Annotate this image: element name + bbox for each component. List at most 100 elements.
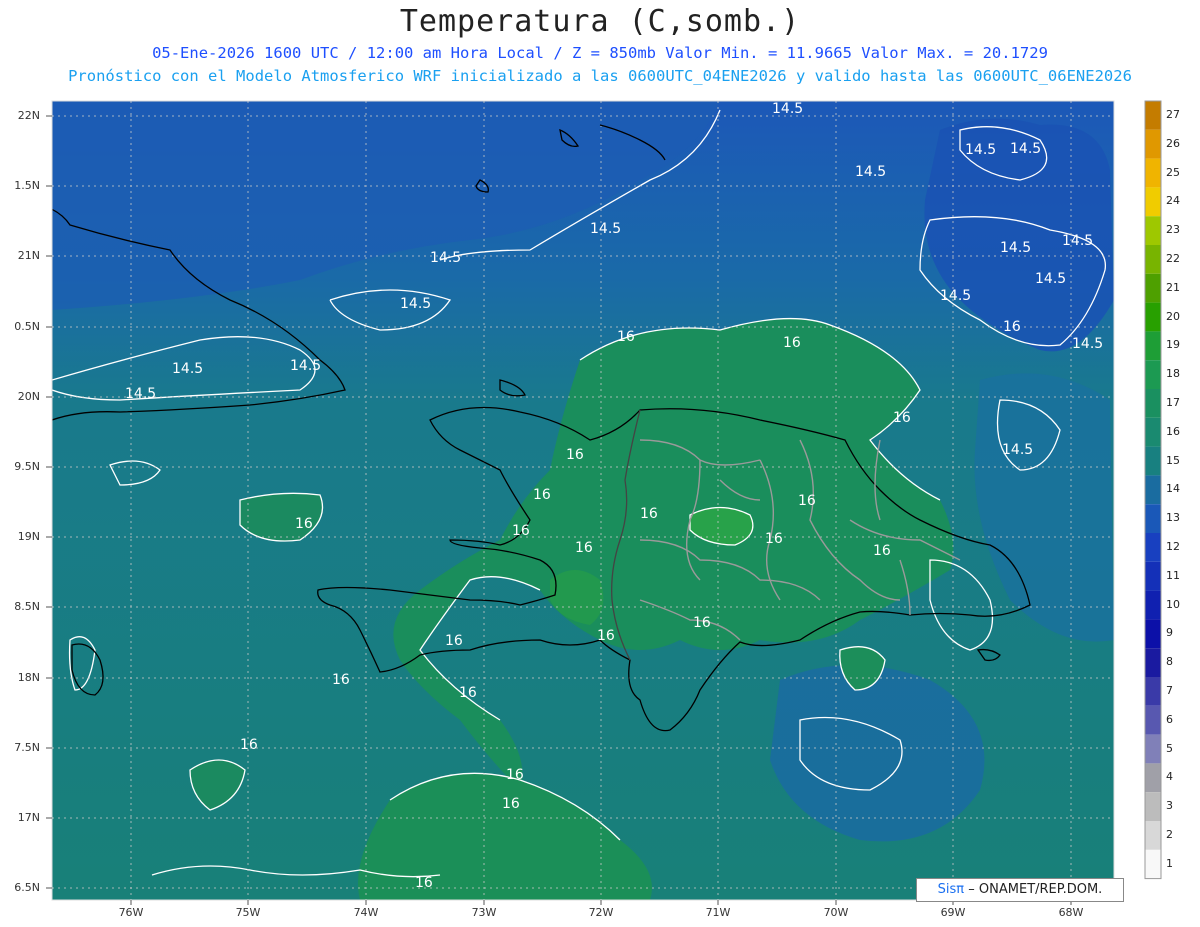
contour-label-16: 16	[445, 633, 463, 649]
contour-label-14-5: 14.5	[172, 361, 203, 377]
color-bar-swatch	[1145, 389, 1161, 418]
contour-label-14-5: 14.5	[430, 250, 461, 266]
contour-label-14-5: 14.5	[772, 101, 803, 117]
color-bar-label: 4	[1166, 770, 1173, 784]
lon-label: 73W	[471, 906, 497, 919]
contour-label-16: 16	[893, 410, 911, 426]
contour-label-16: 16	[597, 628, 615, 644]
color-bar-label: 2	[1166, 828, 1173, 841]
color-bar-label: 7	[1166, 684, 1173, 697]
contour-label-16: 16	[533, 487, 551, 503]
lat-label: 18N	[17, 671, 40, 684]
credit-logo-text: Sisπ	[937, 882, 965, 897]
color-bar-swatch	[1145, 705, 1161, 735]
contour-label-16: 16	[640, 506, 658, 522]
color-bar-label: 15	[1166, 453, 1180, 467]
credit-box: Sisπ – ONAMET/REP.DOM.	[916, 878, 1124, 902]
contour-label-16: 16	[783, 335, 801, 351]
lat-label: 19N	[17, 530, 40, 543]
color-bar-swatch	[1145, 360, 1161, 389]
lon-label: 76W	[118, 906, 144, 919]
color-bar-label: 19	[1166, 338, 1180, 352]
temperature-map: 14.5 14.5 14.5 14.5 14.5 14.5 14.5 14.5 …	[46, 100, 1162, 905]
color-bar-swatch	[1145, 273, 1161, 303]
contour-label-16: 16	[512, 523, 530, 539]
color-bar-swatch	[1145, 302, 1161, 332]
contour-label-16: 16	[575, 540, 593, 556]
contour-label-16: 16	[332, 672, 350, 688]
contour-label-16: 16	[617, 329, 635, 345]
contour-label-16: 16	[1003, 319, 1021, 335]
color-bar-swatch	[1145, 187, 1161, 217]
contour-label-14-5: 14.5	[1062, 233, 1093, 249]
color-bar-swatch	[1145, 648, 1161, 677]
color-bar-swatch	[1145, 101, 1161, 130]
color-bar-label: 1	[1166, 856, 1173, 870]
color-bar-label: 20	[1166, 309, 1180, 323]
color-bar-label: 23	[1166, 223, 1180, 237]
color-bar	[1144, 100, 1162, 880]
lat-label: 6.5N	[14, 881, 40, 894]
color-bar-label: 13	[1166, 511, 1180, 525]
color-bar-swatch	[1145, 158, 1161, 188]
color-bar-swatch	[1145, 475, 1161, 505]
color-bar-label: 25	[1166, 165, 1180, 179]
color-bar-swatch	[1145, 504, 1161, 533]
contour-label-16: 16	[873, 543, 891, 559]
lon-label: 72W	[588, 906, 614, 919]
contour-label-16: 16	[502, 796, 520, 812]
contour-label-16: 16	[798, 493, 816, 509]
color-bar-label: 18	[1166, 367, 1180, 381]
color-bar-swatch	[1145, 677, 1161, 706]
color-bar-swatch	[1145, 446, 1161, 476]
color-bar-swatch	[1145, 216, 1161, 245]
contour-label-16: 16	[295, 516, 313, 532]
lat-label: 21N	[17, 249, 40, 262]
contour-label-16: 16	[506, 767, 524, 783]
color-bar-label: 24	[1166, 194, 1180, 208]
color-bar-label: 5	[1166, 741, 1173, 755]
contour-label-14-5: 14.5	[290, 358, 321, 374]
contour-label-16: 16	[693, 615, 711, 631]
lon-label: 74W	[353, 906, 379, 919]
color-bar-swatch	[1145, 763, 1161, 793]
color-bar-swatch	[1145, 417, 1161, 447]
color-bar-label: 10	[1166, 597, 1180, 611]
color-bar-swatch	[1145, 533, 1161, 562]
contour-label-14-5: 14.5	[1035, 271, 1066, 287]
contour-label-16: 16	[566, 447, 584, 463]
color-bar-swatch	[1145, 849, 1161, 879]
contour-label-16: 16	[240, 737, 258, 753]
color-bar-label: 21	[1166, 280, 1180, 294]
color-bar-label: 11	[1166, 568, 1180, 582]
lat-label: 20N	[17, 390, 40, 403]
lat-label: 17N	[17, 811, 40, 824]
lon-label: 71W	[705, 906, 731, 919]
color-bar-swatch	[1145, 245, 1161, 274]
color-bar-label: 26	[1166, 136, 1180, 150]
lat-label: 7.5N	[14, 741, 40, 754]
credit-text: – ONAMET/REP.DOM.	[968, 882, 1103, 897]
color-bar-swatch	[1145, 129, 1161, 159]
contour-label-14-5: 14.5	[965, 142, 996, 158]
contour-label-14-5: 14.5	[400, 296, 431, 312]
contour-label-14-5: 14.5	[940, 288, 971, 304]
lat-label: 1.5N	[14, 179, 40, 192]
contour-label-14-5: 14.5	[1010, 141, 1041, 157]
color-bar-label: 8	[1166, 655, 1173, 669]
contour-label-16: 16	[415, 875, 433, 891]
color-bar-swatch	[1145, 590, 1161, 620]
lon-label: 68W	[1058, 906, 1084, 919]
color-bar-swatch	[1145, 619, 1161, 649]
contour-label-14-5: 14.5	[1072, 336, 1103, 352]
contour-label-14-5: 14.5	[125, 386, 156, 402]
contour-label-14-5: 14.5	[1000, 240, 1031, 256]
contour-label-14-5: 14.5	[855, 164, 886, 180]
color-bar-swatch	[1145, 561, 1161, 591]
color-bar-swatch	[1145, 734, 1161, 764]
contour-label-14-5: 14.5	[590, 221, 621, 237]
lat-label: 0.5N	[14, 320, 40, 333]
lon-label: 70W	[823, 906, 849, 919]
color-bar-label: 17	[1166, 396, 1180, 409]
color-bar-label: 9	[1166, 626, 1173, 640]
